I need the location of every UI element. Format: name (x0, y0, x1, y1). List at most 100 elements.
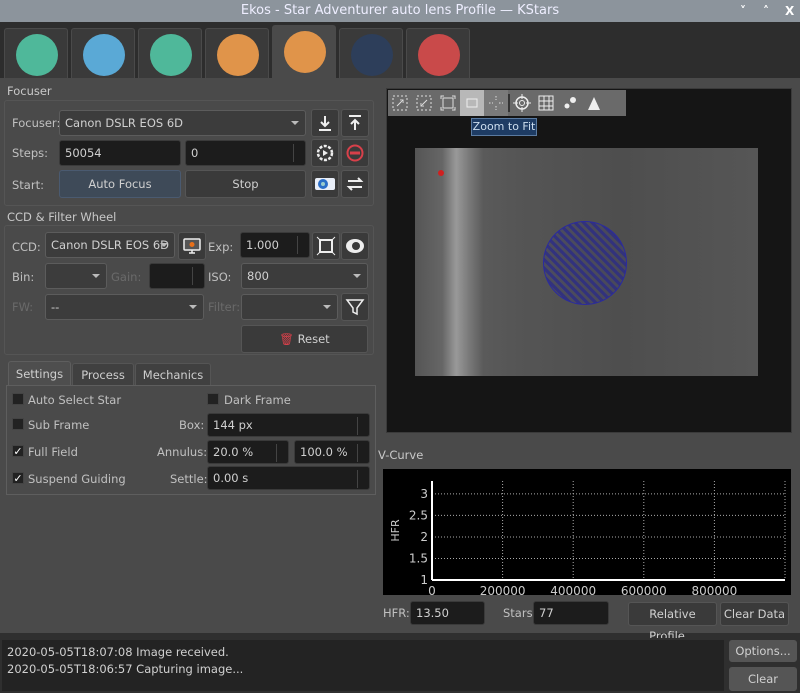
sub-frame-checkbox[interactable] (12, 418, 24, 430)
annulus-outer-field[interactable]: 100.0 % (294, 440, 370, 464)
reset-button[interactable]: 🗑 Reset (241, 325, 368, 353)
vcurve-label: V-Curve (378, 448, 424, 462)
hfr-field[interactable]: 13.50 (410, 601, 485, 625)
close-button[interactable]: X (785, 0, 794, 22)
sub-frame-label: Sub Frame (28, 418, 90, 432)
focuser-combo[interactable]: Canon DSLR EOS 6D (59, 110, 306, 136)
reset-frame-button[interactable] (312, 232, 340, 260)
filter-combo[interactable] (241, 294, 338, 320)
relative-profile-button[interactable]: Relative Profile... (628, 602, 717, 643)
x-tick-label: 0 (428, 584, 436, 595)
zoom-out-icon[interactable] (412, 90, 436, 116)
box-field[interactable]: 144 px (207, 413, 370, 437)
suspend-guiding-label: Suspend Guiding (28, 472, 126, 486)
iso-combo[interactable]: 800 (241, 263, 368, 289)
goto-focus-button[interactable] (311, 139, 339, 167)
steps-field[interactable]: 50054 (59, 140, 181, 166)
minimize-button[interactable]: ˅ (740, 0, 746, 22)
annulus-inner-field[interactable]: 20.0 % (207, 440, 289, 464)
auto-select-star-label: Auto Select Star (28, 393, 122, 407)
clear-data-button[interactable]: Clear Data (720, 602, 789, 626)
stars-field[interactable]: 77 (533, 601, 609, 625)
clear-log-button[interactable]: Clear (729, 667, 797, 691)
dark-frame-label: Dark Frame (224, 393, 291, 407)
nebula-icon (346, 239, 364, 253)
star-marker (438, 170, 444, 176)
gear-play-icon (316, 144, 334, 162)
tab-settings[interactable]: Settings (8, 361, 71, 386)
tab-scheduler[interactable] (71, 28, 135, 78)
focus-out-button[interactable] (341, 109, 369, 137)
selection-circle[interactable] (543, 221, 627, 305)
settle-field[interactable]: 0.00 s (207, 466, 370, 490)
grid-icon[interactable] (534, 90, 558, 116)
vcurve-chart: 1 1.5 2 2.5 3 0 200000 400000 600000 800000 HFR (383, 469, 791, 595)
tab-mechanics[interactable]: Mechanics (135, 363, 211, 386)
pan-icon[interactable] (484, 90, 508, 116)
exposure-field[interactable]: 1.000 (240, 232, 310, 258)
trash-icon: 🗑 (279, 332, 298, 346)
options-button[interactable]: Options... (729, 640, 797, 662)
camera-icon (315, 178, 335, 190)
hfr-label: HFR: (383, 606, 410, 620)
stop-focus-motion-button[interactable] (341, 139, 369, 167)
gain-field[interactable] (149, 263, 205, 289)
crosshair-icon[interactable] (510, 90, 534, 116)
x-tick-label: 200000 (480, 584, 526, 595)
start-label: Start: (12, 178, 44, 192)
y-tick-label: 2.5 (409, 508, 428, 522)
scheduler-icon (83, 34, 125, 76)
tab-process[interactable]: Process (72, 363, 134, 386)
mount-icon (150, 34, 192, 76)
loop-button[interactable] (341, 170, 369, 198)
x-tick-label: 800000 (691, 584, 737, 595)
log-text[interactable]: 2020-05-05T18:07:08 Image received. 2020… (2, 640, 724, 691)
box-label: Box: (179, 418, 205, 432)
focus-icon (284, 31, 326, 73)
focus-in-button[interactable] (311, 109, 339, 137)
guide-icon (418, 34, 460, 76)
focus-image[interactable] (415, 148, 758, 376)
ccd-group-label: CCD & Filter Wheel (7, 210, 117, 224)
tab-capture[interactable] (205, 28, 269, 78)
focuser-label: Focuser: (12, 116, 61, 130)
gain-label: Gain: (111, 270, 142, 284)
y-tick-label: 3 (420, 487, 428, 501)
auto-focus-button[interactable]: Auto Focus (59, 170, 181, 198)
y-tick-label: 1.5 (409, 551, 428, 565)
stars-label: Stars: (503, 606, 537, 620)
histogram-icon[interactable] (582, 90, 606, 116)
filter-wheel-combo[interactable]: -- (45, 294, 204, 320)
zoom-default-icon[interactable] (436, 90, 460, 116)
tab-align[interactable] (339, 28, 403, 78)
maximize-button[interactable]: ˄ (763, 0, 769, 22)
fw-label: FW: (12, 300, 34, 314)
toggle-video-button[interactable] (178, 232, 206, 260)
steps-target-field[interactable]: 0 (185, 140, 306, 166)
stop-button[interactable]: Stop (185, 170, 306, 198)
frame-icon (316, 236, 336, 256)
tab-mount[interactable] (138, 28, 202, 78)
zoom-in-icon[interactable] (388, 90, 412, 116)
full-field-checkbox[interactable]: ✓ (12, 445, 24, 457)
viewer-toolbar (388, 90, 626, 116)
filter-settings-button[interactable] (341, 232, 369, 260)
suspend-guiding-checkbox[interactable]: ✓ (12, 472, 24, 484)
zoom-to-fit-tooltip: Zoom to Fit (471, 118, 537, 136)
bin-combo[interactable] (45, 263, 107, 289)
tab-focus[interactable] (272, 25, 336, 78)
tab-setup[interactable] (4, 28, 68, 78)
capture-button[interactable] (311, 170, 339, 198)
stars-icon[interactable] (558, 90, 582, 116)
dark-frame-checkbox[interactable] (207, 393, 219, 405)
stop-circle-icon (346, 144, 364, 162)
auto-select-star-checkbox[interactable] (12, 393, 24, 405)
ccd-combo[interactable]: Canon DSLR EOS 6D (45, 232, 175, 258)
zoom-to-fit-icon[interactable] (460, 90, 484, 116)
arrow-down-icon (319, 116, 331, 131)
filter-manager-button[interactable] (341, 293, 369, 321)
y-tick-label: 2 (420, 530, 428, 544)
tab-guide[interactable] (406, 28, 470, 78)
capture-icon (217, 34, 259, 76)
full-field-label: Full Field (28, 445, 78, 459)
